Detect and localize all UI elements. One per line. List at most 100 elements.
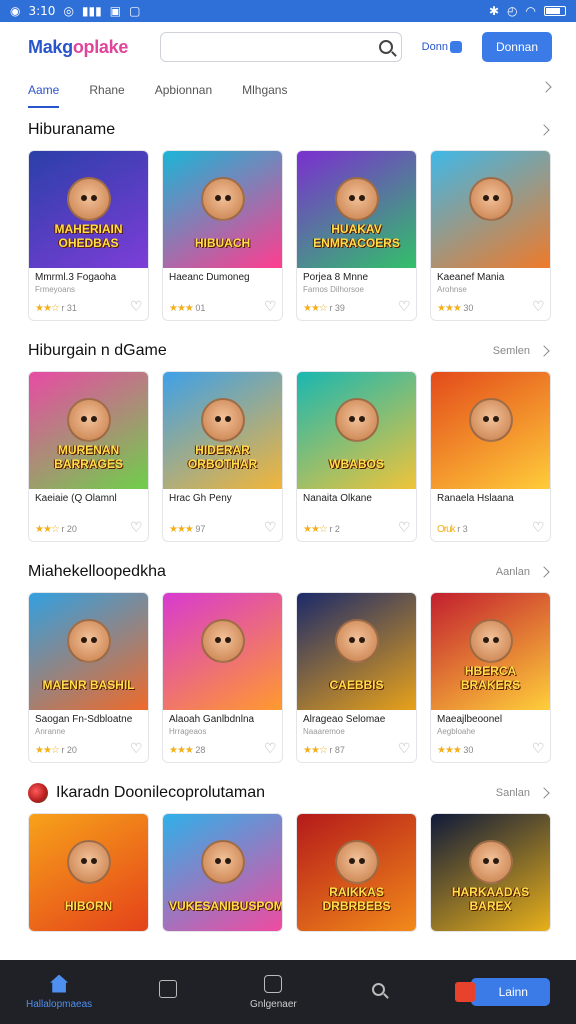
heart-icon[interactable] bbox=[398, 520, 411, 536]
thumbnail-title: MAHERIAIN OHEDBAS bbox=[54, 222, 123, 250]
character-art bbox=[201, 840, 245, 884]
heart-icon[interactable] bbox=[398, 299, 411, 315]
rating-group: ★★☆ r 20 bbox=[35, 745, 77, 756]
game-card[interactable]: RAIKKAS DRBRBEBS bbox=[296, 813, 417, 932]
game-thumbnail[interactable]: HBERCA BRAKERS bbox=[431, 593, 550, 710]
search-input[interactable] bbox=[160, 32, 402, 62]
game-thumbnail[interactable]: MURENAN BARRAGES bbox=[29, 372, 148, 489]
heart-icon[interactable] bbox=[130, 520, 143, 536]
heart-icon[interactable] bbox=[264, 299, 277, 315]
heart-icon[interactable] bbox=[532, 299, 545, 315]
nav-home[interactable]: Hallalopmaeas bbox=[26, 974, 92, 1010]
chevron-right-icon[interactable] bbox=[540, 81, 552, 93]
character-art bbox=[201, 619, 245, 663]
character-art bbox=[201, 177, 245, 221]
card-footer: Oruk r 3 bbox=[437, 520, 545, 536]
app-icon bbox=[454, 982, 475, 1002]
card-footer: ★★☆ r 31 bbox=[35, 299, 143, 315]
game-thumbnail[interactable]: HIBORN bbox=[29, 814, 148, 931]
heart-icon[interactable] bbox=[398, 741, 411, 757]
game-card[interactable]: CAEBBIS Alrageao Selomae Naaaremoe ★★☆ r 87 bbox=[296, 592, 417, 763]
heart-icon[interactable] bbox=[264, 520, 277, 536]
header-cta-button[interactable]: Donnan bbox=[481, 32, 552, 62]
game-thumbnail[interactable] bbox=[431, 151, 550, 268]
game-subtitle: Hrrageaos bbox=[169, 727, 207, 736]
game-card[interactable]: Alaoah Ganlbdnlna Hrrageaos ★★★ 28 bbox=[162, 592, 283, 763]
game-card[interactable]: HUAKAV ENMRACOERS Porjea 8 Mnne Farnos Dil… bbox=[296, 150, 417, 321]
heart-icon[interactable] bbox=[264, 741, 277, 757]
game-card[interactable]: MAHERIAIN OHEDBAS Mmrml.3 Fogaoha Frmeyoan… bbox=[28, 150, 149, 321]
game-card[interactable]: HARKAADAS BAREX bbox=[430, 813, 551, 932]
game-thumbnail[interactable]: VUKESANIBUSPOMAN bbox=[163, 814, 282, 931]
game-subtitle: Arohnse bbox=[437, 285, 467, 294]
heart-icon[interactable] bbox=[532, 520, 545, 536]
tab-1[interactable]: Rhane bbox=[89, 72, 124, 108]
game-card[interactable]: HIDERAR ORBOTHAR Hrac Gh Peny ★★★ 97 bbox=[162, 371, 283, 542]
rating-group: ★★☆ r 87 bbox=[303, 745, 345, 756]
bottom-cta-button[interactable]: Lainn bbox=[470, 978, 550, 1006]
game-thumbnail[interactable] bbox=[163, 593, 282, 710]
card-footer: ★★★ 01 bbox=[169, 299, 277, 315]
game-title: Haeanc Dumoneg bbox=[169, 272, 250, 283]
app-logo[interactable]: Makgoplake bbox=[28, 37, 140, 58]
section-title: Hiburaname bbox=[28, 121, 115, 139]
game-thumbnail[interactable]: HIBUACH bbox=[163, 151, 282, 268]
tab-2[interactable]: Apbionnan bbox=[155, 72, 212, 108]
top-bar: Makgoplake Donn Donnan bbox=[0, 22, 576, 72]
game-card[interactable]: VUKESANIBUSPOMAN bbox=[162, 813, 283, 932]
nav-library[interactable] bbox=[138, 980, 198, 1004]
nav-store[interactable]: Gnlgenaer bbox=[243, 974, 303, 1010]
header-link[interactable]: Donn bbox=[422, 41, 462, 53]
game-subtitle: Farnos Dilhorsoe bbox=[303, 285, 364, 294]
signal-icon: ▮▮▮ bbox=[81, 4, 102, 18]
section-header: Hiburgain n dGame Semlen bbox=[28, 331, 550, 371]
game-section: Miahekelloopedkha Aanlan MAENR BASHIL Saoga… bbox=[0, 552, 576, 763]
game-thumbnail[interactable]: RAIKKAS DRBRBEBS bbox=[297, 814, 416, 931]
game-thumbnail[interactable]: MAHERIAIN OHEDBAS bbox=[29, 151, 148, 268]
game-thumbnail[interactable]: WBABOS bbox=[297, 372, 416, 489]
game-card[interactable]: MURENAN BARRAGES Kaeiaie (Q Olamnl ★★☆ r 2… bbox=[28, 371, 149, 542]
see-more-link[interactable]: Sanlan bbox=[496, 787, 550, 799]
see-more-link[interactable]: Aanlan bbox=[495, 566, 550, 578]
game-thumbnail[interactable]: HARKAADAS BAREX bbox=[431, 814, 550, 931]
card-body: Kaeanef Mania Arohnse ★★★ 30 bbox=[431, 268, 550, 320]
game-thumbnail[interactable]: MAENR BASHIL bbox=[29, 593, 148, 710]
see-more-label: Aanlan bbox=[495, 566, 530, 578]
game-grid: MAHERIAIN OHEDBAS Mmrml.3 Fogaoha Frmeyoan… bbox=[28, 150, 551, 321]
card-footer: ★★☆ r 87 bbox=[303, 741, 411, 757]
bottom-nav: Hallalopmaeas Gnlgenaer Lainn bbox=[0, 960, 576, 1024]
tab-0[interactable]: Aame bbox=[28, 72, 60, 108]
game-section: Ikaradn Doonilecoprolutaman Sanlan HIBORN V… bbox=[0, 773, 576, 932]
rating-count: 01 bbox=[195, 303, 206, 313]
rating-group: ★★★ 30 bbox=[437, 745, 473, 756]
game-card[interactable]: Ranaela Hslaana Oruk r 3 bbox=[430, 371, 551, 542]
nav-search[interactable] bbox=[349, 982, 409, 1002]
game-thumbnail[interactable]: HUAKAV ENMRACOERS bbox=[297, 151, 416, 268]
game-thumbnail[interactable] bbox=[431, 372, 550, 489]
game-card[interactable]: HIBORN bbox=[28, 813, 149, 932]
see-more-link[interactable] bbox=[530, 124, 550, 136]
heart-icon[interactable] bbox=[130, 741, 143, 757]
tab-3[interactable]: Mlhgans bbox=[242, 72, 287, 108]
search-icon[interactable] bbox=[378, 40, 393, 54]
game-thumbnail[interactable]: HIDERAR ORBOTHAR bbox=[163, 372, 282, 489]
bottom-cta[interactable]: Lainn bbox=[454, 978, 550, 1006]
game-card[interactable]: MAENR BASHIL Saogan Fn-Sdbloatne Anranne ★★… bbox=[28, 592, 149, 763]
bag-icon bbox=[264, 974, 283, 993]
game-subtitle: Naaaremoe bbox=[303, 727, 345, 736]
see-more-link[interactable]: Semlen bbox=[492, 345, 550, 357]
game-card[interactable]: HIBUACH Haeanc Dumoneg ★★★ 01 bbox=[162, 150, 283, 321]
game-thumbnail[interactable]: CAEBBIS bbox=[297, 593, 416, 710]
bluetooth-icon: ✱ bbox=[488, 4, 500, 18]
game-card[interactable]: WBABOS Nanaita Olkane ★★☆ r 2 bbox=[296, 371, 417, 542]
heart-icon[interactable] bbox=[130, 299, 143, 315]
rating-count: r 20 bbox=[61, 524, 77, 534]
rating-group: ★★★ 30 bbox=[437, 303, 473, 314]
rating-count: 30 bbox=[463, 303, 474, 313]
card-footer: ★★☆ r 20 bbox=[35, 520, 143, 536]
game-card[interactable]: Kaeanef Mania Arohnse ★★★ 30 bbox=[430, 150, 551, 321]
game-card[interactable]: HBERCA BRAKERS Maeajlbeoonel Aegbloahe ★★★ … bbox=[430, 592, 551, 763]
rating-group: ★★☆ r 2 bbox=[303, 524, 340, 535]
heart-icon[interactable] bbox=[532, 741, 545, 757]
see-more-label: Semlen bbox=[492, 345, 530, 357]
